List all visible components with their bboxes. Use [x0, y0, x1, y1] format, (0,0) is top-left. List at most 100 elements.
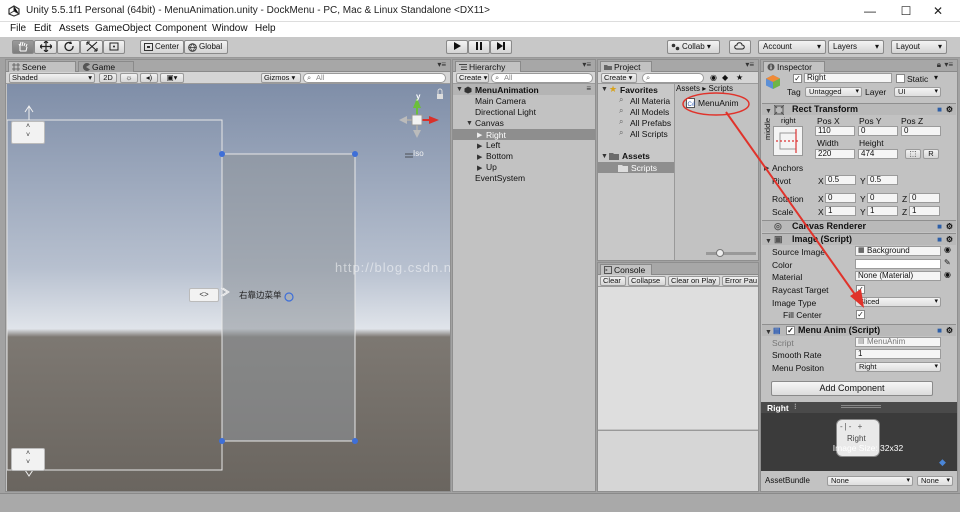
close-button[interactable]: ✕ [918, 2, 958, 20]
menu-gameobject[interactable]: GameObject [95, 23, 151, 34]
scene-viewport[interactable]: y Iso ˄˅ ˄˅ <> 右靠边菜单 http://blog.csdn.ne… [7, 84, 450, 491]
hierarchy-create-button[interactable]: Create ▾ [456, 73, 489, 83]
help-icon[interactable]: ■ [937, 104, 942, 115]
material-field[interactable]: None (Material) [855, 271, 941, 281]
effects-dropdown[interactable]: ▣▾ [160, 73, 184, 83]
console-collapse-button[interactable]: Collapse [628, 276, 666, 286]
panel-menu-icon[interactable]: ▾≡ [582, 60, 591, 69]
layout-dropdown[interactable]: Layout ▾ [891, 40, 947, 54]
console-log-list[interactable] [598, 287, 758, 429]
favorite-all-materials[interactable]: All Materia [630, 96, 670, 106]
step-button[interactable] [490, 40, 512, 54]
cloud-button[interactable] [729, 40, 751, 54]
rotation-z-input[interactable]: 0 [909, 193, 940, 203]
help-icon[interactable]: ■ [937, 234, 942, 245]
panel-menu-icon[interactable]: ▾≡ [745, 60, 754, 69]
move-tool-button[interactable] [34, 40, 57, 54]
pivot-y-input[interactable]: 0.5 [867, 175, 898, 185]
hierarchy-item-eventsystem[interactable]: EventSystem [475, 173, 525, 183]
tag-dropdown[interactable]: Untagged [805, 87, 862, 97]
pos-x-input[interactable]: 110 [815, 126, 855, 136]
scene-root-row[interactable]: ▼ MenuAnimation ≡ [453, 84, 595, 95]
hierarchy-item-left[interactable]: Left [486, 140, 500, 150]
object-picker-icon[interactable]: ◉ [944, 270, 951, 279]
hierarchy-item-main-camera[interactable]: Main Camera [475, 96, 526, 106]
filter-label-icon[interactable]: ◆ [722, 73, 728, 82]
up-menu-button[interactable]: ˄ ˅ [11, 121, 45, 144]
favorite-all-models[interactable]: All Models [630, 107, 669, 117]
raycast-target-checkbox[interactable]: ✓ [856, 285, 865, 294]
shading-mode-dropdown[interactable]: Shaded ▾ [9, 73, 95, 83]
lighting-toggle[interactable]: ☼ [120, 73, 138, 83]
tab-inspector[interactable]: Inspector [763, 61, 825, 72]
tab-scene[interactable]: Scene [8, 61, 76, 72]
collapsed-triangle-icon[interactable]: ▶ [477, 164, 482, 172]
layer-dropdown[interactable]: UI [894, 87, 941, 97]
expand-triangle-icon[interactable]: ▼ [466, 120, 473, 127]
help-icon[interactable]: ■ [937, 221, 942, 232]
console-error-pause-button[interactable]: Error Pau [722, 276, 758, 286]
scale-y-input[interactable]: 1 [867, 206, 898, 216]
console-detail-area[interactable] [598, 430, 758, 491]
image-component-header[interactable]: ▼ ▣ Image (Script) ■ ⚙ [762, 233, 956, 245]
tab-console[interactable]: Console [600, 264, 652, 275]
collab-button[interactable]: Collab ▾ [667, 40, 720, 54]
pivot-x-input[interactable]: 0.5 [825, 175, 856, 185]
pos-z-input[interactable]: 0 [901, 126, 941, 136]
console-clear-on-play-button[interactable]: Clear on Play [668, 276, 720, 286]
chevron-down-icon[interactable]: ▾ [934, 73, 938, 82]
scale-tool-button[interactable] [80, 40, 103, 54]
project-search-input[interactable]: ⌕ [642, 73, 704, 83]
smooth-rate-input[interactable]: 1 [855, 349, 941, 359]
hierarchy-item-bottom[interactable]: Bottom [486, 151, 513, 161]
menu-help[interactable]: Help [255, 23, 276, 34]
collapsed-triangle-icon[interactable]: ▶ [477, 153, 482, 161]
rect-handle[interactable] [352, 438, 358, 444]
right-menu-toggle-button[interactable]: <> [189, 288, 219, 302]
width-input[interactable]: 220 [815, 149, 855, 159]
static-checkbox[interactable] [896, 74, 905, 83]
bottom-menu-button[interactable]: ˄ ˅ [11, 448, 45, 471]
image-type-dropdown[interactable]: Sliced [855, 297, 941, 307]
assets-folder[interactable]: Assets [622, 151, 650, 161]
pos-y-input[interactable]: 0 [858, 126, 898, 136]
add-component-button[interactable]: Add Component [771, 381, 933, 396]
expand-triangle-icon[interactable]: ▼ [601, 86, 608, 93]
color-swatch[interactable] [855, 259, 941, 269]
rotate-tool-button[interactable] [57, 40, 80, 54]
favorite-star-icon[interactable]: ★ [736, 73, 743, 82]
rect-handle[interactable] [219, 438, 225, 444]
hierarchy-search-input[interactable]: ⌕ All [491, 73, 593, 83]
tab-hierarchy[interactable]: Hierarchy [455, 61, 521, 72]
menu-window[interactable]: Window [212, 23, 248, 34]
expand-triangle-icon[interactable]: ▼ [765, 236, 772, 247]
global-space-button[interactable]: Global [184, 40, 228, 54]
source-image-field[interactable]: ▦ Background [855, 246, 941, 256]
pivot-center-button[interactable]: Center [140, 40, 184, 54]
gizmos-dropdown[interactable]: Gizmos ▾ [261, 73, 301, 83]
pause-button[interactable] [468, 40, 490, 54]
collapsed-triangle-icon[interactable]: ▶ [764, 164, 769, 172]
scene-search-input[interactable]: ⌕ All [303, 73, 446, 83]
gear-icon[interactable]: ⚙ [946, 104, 953, 115]
collapsed-triangle-icon[interactable]: ▶ [477, 131, 482, 139]
label-tag-icon[interactable]: ◆ [939, 457, 946, 468]
panel-menu-icon[interactable]: ▾≡ [944, 60, 953, 69]
blueprint-mode-button[interactable]: ⬚ [905, 149, 921, 159]
console-clear-button[interactable]: Clear [600, 276, 626, 286]
favorite-all-scripts[interactable]: All Scripts [630, 129, 668, 139]
collapsed-triangle-icon[interactable]: ▶ [477, 142, 482, 150]
hierarchy-selected-row[interactable]: ▶ Right [453, 129, 595, 140]
slider-thumb[interactable] [716, 249, 724, 257]
menu-file[interactable]: File [10, 23, 26, 34]
object-name-input[interactable]: Right [804, 73, 892, 83]
rect-handle[interactable] [352, 151, 358, 157]
hierarchy-item-up[interactable]: Up [486, 162, 497, 172]
iso-label[interactable]: Iso [413, 149, 424, 158]
rect-transform-header[interactable]: ▼ Rect Transform ■ ⚙ [762, 103, 956, 115]
raw-edit-button[interactable]: R [923, 149, 939, 159]
object-picker-icon[interactable]: ◉ [944, 245, 951, 254]
gear-icon[interactable]: ⚙ [946, 325, 953, 336]
hierarchy-item-directional-light[interactable]: Directional Light [475, 107, 536, 117]
favorite-all-prefabs[interactable]: All Prefabs [630, 118, 671, 128]
